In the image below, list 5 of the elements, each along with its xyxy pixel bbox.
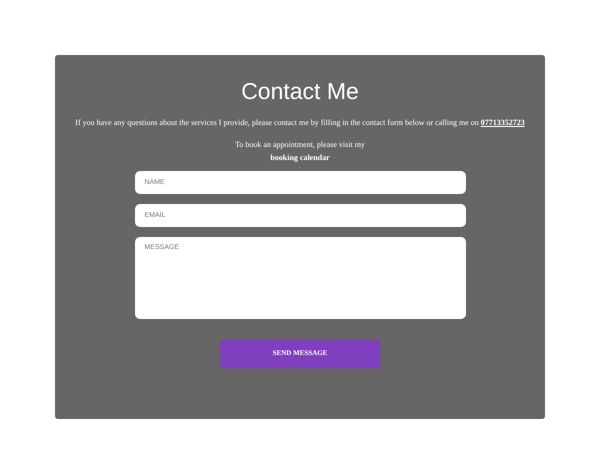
intro-text: If you have any questions about the services I provide, please contact me by filling in the contact form below or calling me on 07713352723 [74, 118, 526, 128]
booking-calendar-link[interactable]: booking calendar [270, 153, 330, 163]
page-title: Contact Me [241, 77, 359, 105]
phone-link[interactable]: 07713352723 [480, 118, 525, 127]
booking-text: To book an appointment, please visit my [235, 140, 365, 150]
